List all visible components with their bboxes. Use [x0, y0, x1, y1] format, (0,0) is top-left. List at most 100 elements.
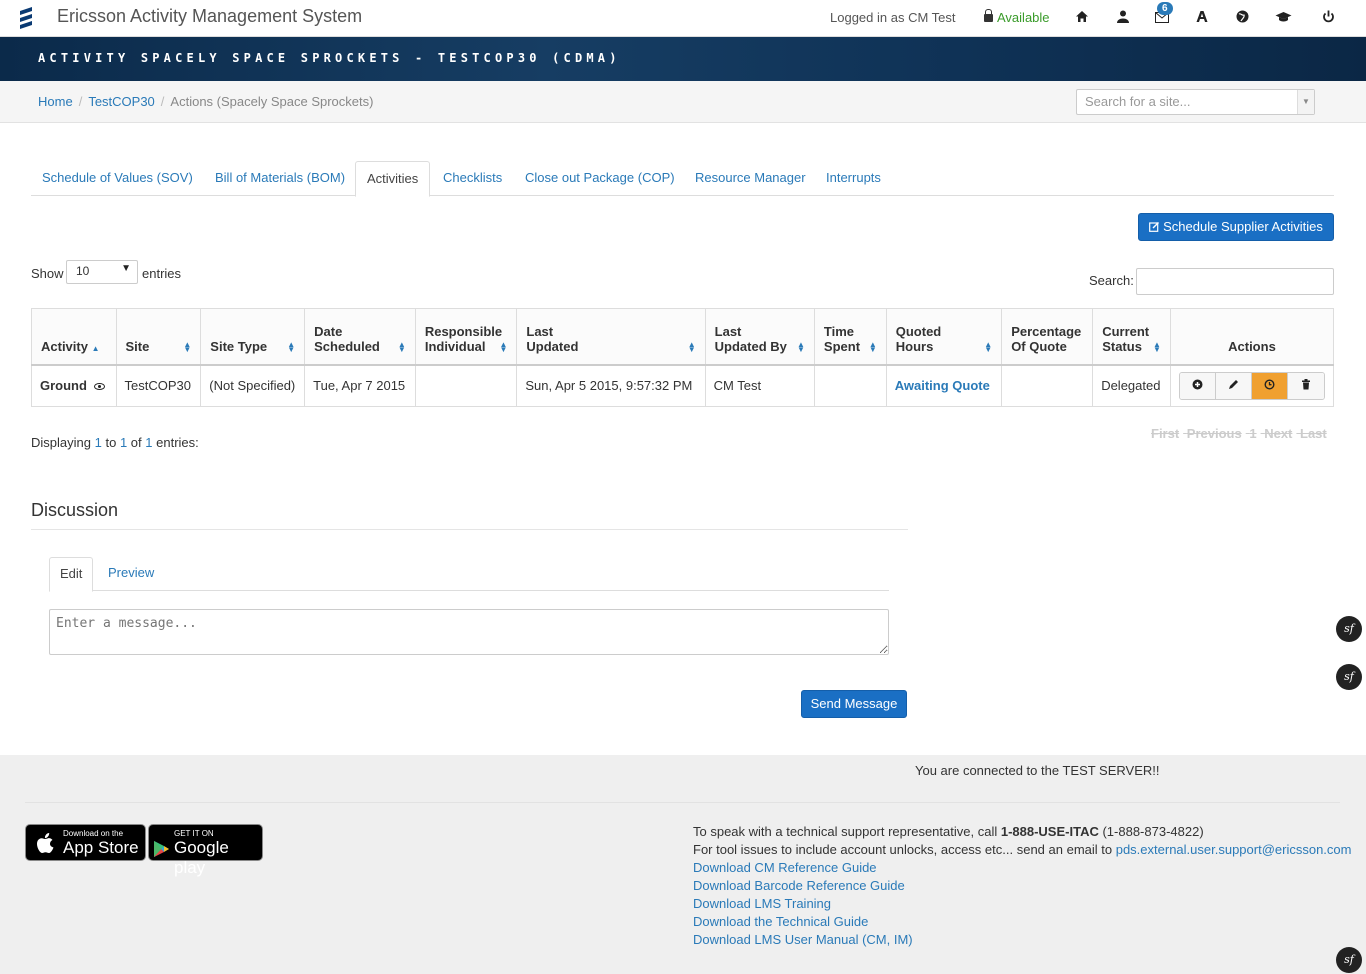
- add-action-button[interactable]: [1179, 372, 1216, 399]
- column-header-actions: Actions: [1169, 308, 1335, 366]
- cell-percentage: [1001, 364, 1094, 407]
- download-lms-user-manual-link[interactable]: Download LMS User Manual (CM, IM): [693, 931, 1351, 949]
- edit-action-button[interactable]: [1215, 372, 1252, 399]
- column-header-site-type[interactable]: Site Type ▲ ▼: [200, 308, 306, 366]
- banner-title: ACTIVITY SPACELY SPACE SPROCKETS - TESTC…: [38, 51, 621, 65]
- tab-activities[interactable]: Activities: [355, 161, 431, 197]
- support-phone-line: To speak with a technical support repres…: [693, 824, 1204, 839]
- cell-actions: [1169, 364, 1335, 407]
- breadcrumb-home[interactable]: Home: [38, 94, 73, 109]
- page-size-select[interactable]: 10 ▼: [66, 260, 138, 284]
- pagination-page-1[interactable]: 1: [1249, 426, 1256, 441]
- cell-site-type: (Not Specified): [200, 364, 306, 407]
- support-phone: 1-888-USE-ITAC: [1000, 824, 1099, 839]
- breadcrumb-separator: /: [78, 94, 83, 109]
- user-icon[interactable]: [1115, 10, 1131, 26]
- tab-preview[interactable]: Preview: [98, 557, 164, 591]
- column-header-site[interactable]: Site ▲ ▼: [115, 308, 202, 366]
- font-icon[interactable]: [1194, 10, 1210, 26]
- google-play-icon: [154, 841, 169, 857]
- home-icon[interactable]: [1074, 10, 1090, 26]
- tab-cop[interactable]: Close out Package (COP): [514, 161, 686, 196]
- pagination-previous[interactable]: Previous: [1187, 426, 1242, 441]
- download-technical-guide-link[interactable]: Download the Technical Guide: [693, 913, 1351, 931]
- globe-icon[interactable]: [1234, 10, 1250, 26]
- footer-support-info: To speak with a technical support repres…: [693, 823, 1351, 949]
- availability-label: Available: [997, 10, 1050, 25]
- activities-table: Activity ▲ Site ▲ ▼ Site Type ▲ ▼ Date Sched…: [31, 308, 1335, 407]
- sort-ascending-icon: ▲: [91, 343, 100, 353]
- tab-sov[interactable]: Schedule of Values (SOV): [31, 161, 204, 196]
- tab-bom[interactable]: Bill of Materials (BOM): [204, 161, 356, 196]
- column-header-activity[interactable]: Activity ▲: [31, 308, 117, 366]
- schedule-action-button[interactable]: [1251, 372, 1288, 399]
- apple-icon: [37, 833, 54, 853]
- cell-last-updated-by: CM Test: [704, 364, 815, 407]
- notification-badge[interactable]: 6: [1157, 2, 1173, 15]
- pagination: First Previous 1 Next Last: [1151, 426, 1331, 441]
- tab-interrupts[interactable]: Interrupts: [815, 161, 892, 196]
- page-banner: ACTIVITY SPACELY SPACE SPROCKETS - TESTC…: [0, 37, 1366, 81]
- download-lms-training-link[interactable]: Download LMS Training: [693, 895, 1351, 913]
- message-textarea[interactable]: [49, 609, 889, 655]
- sort-icon: ▲ ▼: [397, 339, 406, 354]
- discussion-tabs: Edit Preview: [49, 557, 889, 592]
- column-header-percentage-of-quote[interactable]: Percentage Of Quote: [1001, 308, 1094, 366]
- support-email-link[interactable]: pds.external.user.support@ericsson.com: [1116, 842, 1352, 857]
- column-header-last-updated[interactable]: Last Updated ▲ ▼: [516, 308, 706, 366]
- sort-icon: ▲ ▼: [1153, 339, 1161, 354]
- breadcrumb-separator: /: [160, 94, 165, 109]
- gplay-big-text: Google play: [174, 838, 229, 877]
- pagination-next[interactable]: Next: [1264, 426, 1292, 441]
- tab-edit[interactable]: Edit: [49, 557, 94, 592]
- column-header-last-updated-by[interactable]: Last Updated By ▲ ▼: [704, 308, 815, 366]
- tab-resource-manager[interactable]: Resource Manager: [684, 161, 817, 196]
- sort-icon: ▲ ▼: [868, 339, 877, 354]
- top-bar: Ericsson Activity Management System Logg…: [0, 0, 1366, 37]
- plus-circle-icon: [1192, 379, 1203, 390]
- download-barcode-reference-guide-link[interactable]: Download Barcode Reference Guide: [693, 877, 1351, 895]
- column-header-quoted-hours[interactable]: Quoted Hours ▲ ▼: [885, 308, 1003, 366]
- symfony-toolbar-icon[interactable]: sf: [1336, 947, 1362, 973]
- discussion-title: Discussion: [31, 500, 119, 520]
- dropdown-caret-icon[interactable]: ▼: [1297, 90, 1314, 114]
- displaying-entries-text: Displaying 1 to 1 of 1 entries:: [31, 435, 199, 450]
- graduation-cap-icon[interactable]: [1275, 10, 1292, 26]
- app-title: Ericsson Activity Management System: [57, 6, 363, 26]
- symfony-toolbar-icon[interactable]: sf: [1336, 664, 1362, 690]
- download-cm-reference-guide-link[interactable]: Download CM Reference Guide: [693, 859, 1351, 877]
- cell-activity[interactable]: Ground: [31, 364, 117, 407]
- site-search-select[interactable]: Search for a site... ▼: [1076, 89, 1315, 115]
- divider: [25, 802, 1340, 803]
- schedule-supplier-activities-button[interactable]: Schedule Supplier Activities: [1138, 213, 1334, 241]
- row-action-group: [1178, 371, 1325, 400]
- tab-checklists[interactable]: Checklists: [432, 161, 513, 196]
- sort-icon: ▲ ▼: [183, 339, 192, 354]
- column-header-date-scheduled[interactable]: Date Scheduled ▲ ▼: [304, 308, 416, 366]
- gplay-small-text: GET IT ON: [174, 829, 214, 838]
- ericsson-logo-icon[interactable]: [17, 6, 35, 30]
- app-store-badge[interactable]: Download on the App Store: [25, 824, 146, 861]
- cell-quoted-hours[interactable]: Awaiting Quote: [885, 364, 1003, 407]
- awaiting-quote-link[interactable]: Awaiting Quote: [895, 378, 990, 393]
- eye-icon[interactable]: [93, 383, 105, 391]
- power-icon[interactable]: [1320, 10, 1336, 26]
- dropdown-arrow-icon: ▼: [121, 263, 131, 274]
- symfony-toolbar-icon[interactable]: sf: [1336, 616, 1362, 642]
- column-header-current-status[interactable]: Current Status ▲ ▼: [1092, 308, 1171, 366]
- table-search-input[interactable]: [1136, 268, 1334, 295]
- column-header-responsible[interactable]: Responsible Individual ▲ ▼: [414, 308, 518, 366]
- appstore-big-text: App Store: [63, 838, 139, 857]
- google-play-badge[interactable]: GET IT ON Google play: [148, 824, 263, 877]
- availability-status[interactable]: Available: [984, 9, 1050, 25]
- delete-action-button[interactable]: [1287, 372, 1324, 399]
- cell-date-scheduled: Tue, Apr 7 2015: [304, 364, 416, 407]
- entries-label: entries: [142, 266, 182, 281]
- pagination-last[interactable]: Last: [1300, 426, 1327, 441]
- column-header-time-spent[interactable]: Time Spent ▲ ▼: [813, 308, 887, 366]
- send-message-button[interactable]: Send Message: [801, 690, 907, 718]
- cell-last-updated: Sun, Apr 5 2015, 9:57:32 PM: [516, 364, 706, 407]
- lock-icon: [984, 9, 993, 22]
- pagination-first[interactable]: First: [1151, 426, 1179, 441]
- breadcrumb-site[interactable]: TestCOP30: [88, 94, 154, 109]
